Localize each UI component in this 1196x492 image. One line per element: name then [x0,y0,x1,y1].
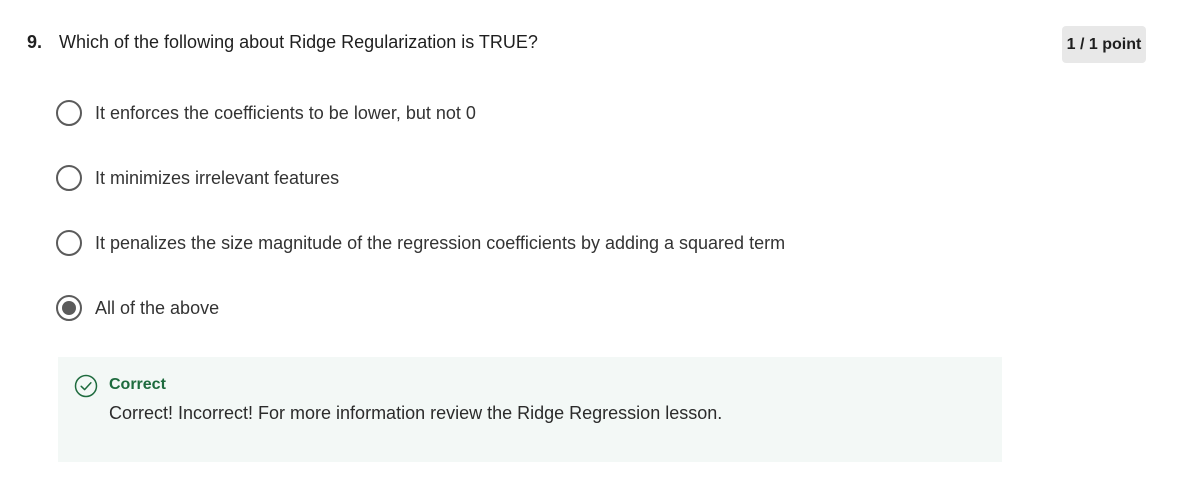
option-4[interactable]: All of the above [56,291,219,325]
option-label: It penalizes the size magnitude of the r… [95,233,786,253]
option-label: All of the above [95,298,220,318]
option-3[interactable]: It penalizes the size magnitude of the r… [56,226,785,260]
score-badge: 1 / 1 point [1062,26,1146,63]
option-label: It enforces the coefficients to be lower… [95,103,476,123]
radio-dot [62,301,76,315]
check-circle-icon [74,374,98,398]
radio-button-unchecked[interactable] [56,230,82,256]
feedback-status: Correct [109,376,166,393]
radio-button-unchecked[interactable] [56,100,82,126]
question-text: Which of the following about Ridge Regul… [59,32,538,52]
feedback-panel: Correct Correct! Incorrect! For more inf… [58,357,1002,462]
quiz-question: 9. Which of the following about Ridge Re… [0,0,1196,492]
option-2[interactable]: It minimizes irrelevant features [56,161,339,195]
question-number: 9. [27,32,43,52]
option-1[interactable]: It enforces the coefficients to be lower… [56,96,476,130]
radio-button-checked[interactable] [56,295,82,321]
radio-button-unchecked[interactable] [56,165,82,191]
feedback-message: Correct! Incorrect! For more information… [109,403,723,423]
option-label: It minimizes irrelevant features [95,168,340,188]
